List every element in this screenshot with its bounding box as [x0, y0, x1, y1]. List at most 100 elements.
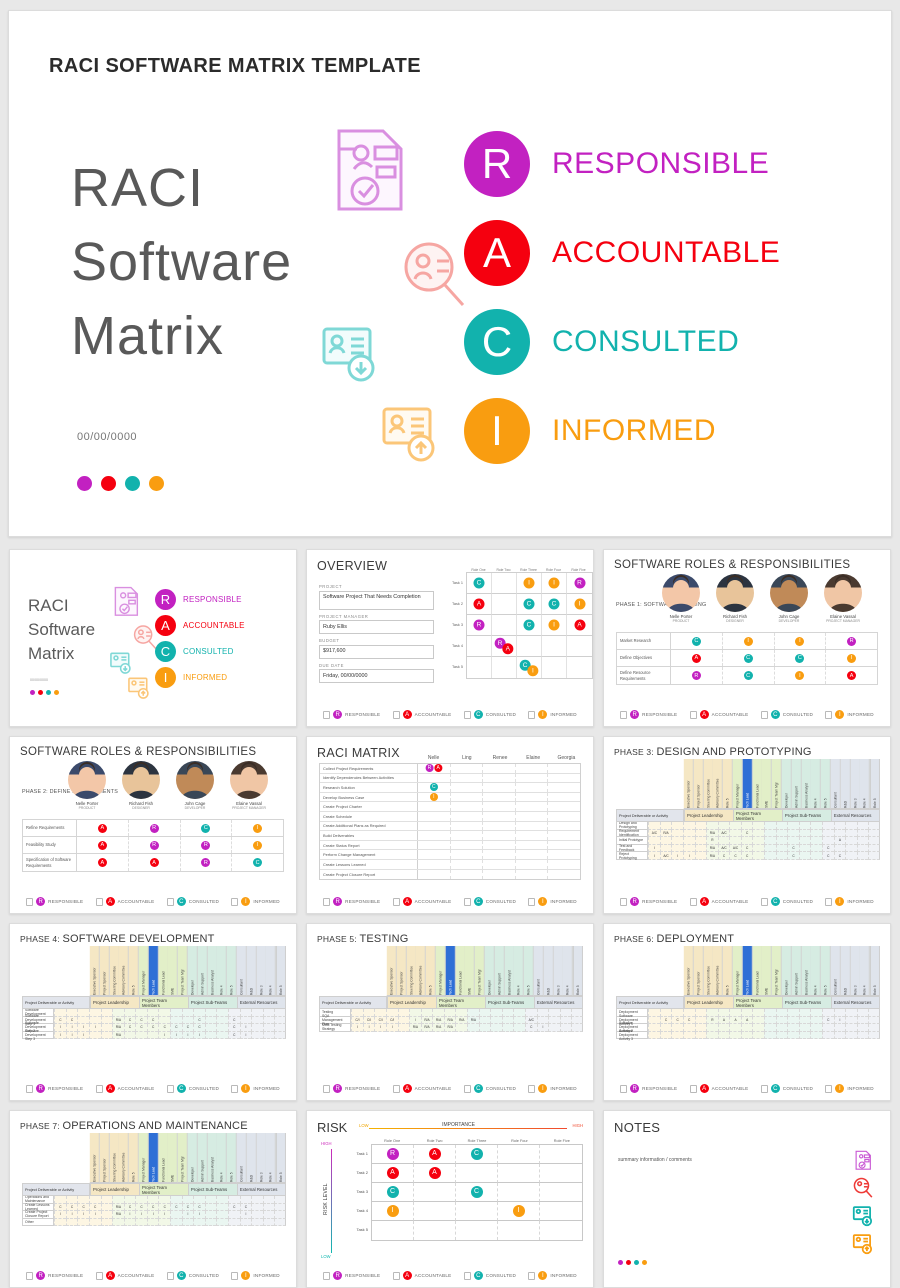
- table-cell[interactable]: A: [129, 854, 181, 871]
- table-cell[interactable]: R: [181, 837, 233, 853]
- table-cell[interactable]: C: [740, 829, 753, 838]
- table-cell[interactable]: [181, 1218, 194, 1227]
- table-cell[interactable]: R/A: [112, 1024, 124, 1032]
- table-cell[interactable]: [516, 802, 549, 811]
- table-cell[interactable]: [251, 1031, 263, 1040]
- matrix-cell[interactable]: [492, 657, 517, 679]
- table-cell[interactable]: C/I: [385, 1016, 398, 1025]
- table-cell[interactable]: [548, 870, 580, 880]
- table-cell[interactable]: [868, 1009, 880, 1017]
- table-cell[interactable]: [170, 1016, 182, 1025]
- matrix-cell[interactable]: [414, 1201, 456, 1221]
- table-cell[interactable]: R/A: [706, 852, 718, 860]
- table-cell[interactable]: C: [740, 852, 753, 860]
- table-cell[interactable]: [787, 1024, 799, 1032]
- table-cell[interactable]: [351, 1009, 363, 1017]
- table-cell[interactable]: [158, 1218, 171, 1227]
- table-cell[interactable]: [729, 1009, 741, 1017]
- table-cell[interactable]: R/A: [420, 1024, 433, 1032]
- table-cell[interactable]: [694, 844, 707, 853]
- table-cell[interactable]: I: [193, 1211, 205, 1219]
- matrix-cell[interactable]: [467, 636, 492, 658]
- table-cell[interactable]: I: [181, 1031, 194, 1040]
- slide-thumb-title[interactable]: RACI Software Matrix 00/00/0000 R RESPON…: [9, 549, 297, 727]
- phase-matrix[interactable]: Executive Sponsor Project Sponsor Steering…: [22, 1133, 287, 1227]
- slide-thumb-notes[interactable]: NOTES summary information / comments: [603, 1110, 891, 1288]
- table-cell[interactable]: [548, 1009, 560, 1017]
- table-cell[interactable]: [123, 1009, 136, 1017]
- table-cell[interactable]: I: [385, 1024, 398, 1032]
- table-cell[interactable]: C: [787, 852, 799, 860]
- table-cell[interactable]: [810, 1024, 823, 1032]
- table-cell[interactable]: [65, 1218, 78, 1227]
- table-cell[interactable]: [483, 831, 516, 840]
- table-cell[interactable]: [418, 859, 451, 869]
- table-cell[interactable]: [490, 1016, 502, 1025]
- raci-matrix-table[interactable]: Collect Project Requirements R A Identify D…: [319, 763, 581, 881]
- table-cell[interactable]: A/C: [648, 829, 660, 838]
- table-cell[interactable]: [170, 1211, 182, 1219]
- table-cell[interactable]: C: [525, 1024, 537, 1032]
- slide-thumb-phase5[interactable]: PHASE 5: TESTING Executive Sponsor Projec…: [306, 923, 594, 1101]
- table-cell[interactable]: [682, 829, 695, 838]
- table-cell[interactable]: R/A: [706, 844, 718, 853]
- table-cell[interactable]: [548, 793, 580, 802]
- table-cell[interactable]: [262, 1031, 275, 1040]
- table-cell[interactable]: [752, 1009, 765, 1017]
- table-cell[interactable]: [262, 1196, 275, 1204]
- roles-table[interactable]: Refine Requirements A R C I Feasibility Study…: [22, 819, 284, 872]
- field-value-budget[interactable]: $917,600: [319, 644, 434, 659]
- table-cell[interactable]: [251, 1211, 263, 1219]
- table-cell[interactable]: [100, 1016, 113, 1025]
- table-cell[interactable]: [262, 1016, 275, 1025]
- table-cell[interactable]: C: [146, 1016, 159, 1025]
- slide-thumb-roles-phase2[interactable]: SOFTWARE ROLES & RESPONSIBILITIES PHASE …: [9, 736, 297, 914]
- table-cell[interactable]: C: [170, 1024, 182, 1032]
- table-cell[interactable]: [798, 822, 811, 830]
- table-cell[interactable]: [135, 1031, 147, 1040]
- phase-matrix[interactable]: Executive Sponsor Project Sponsor Steering…: [319, 946, 584, 1032]
- table-cell[interactable]: [467, 1024, 479, 1032]
- table-cell[interactable]: [374, 1009, 386, 1017]
- table-cell[interactable]: C: [723, 650, 775, 666]
- table-cell[interactable]: C: [193, 1203, 205, 1212]
- table-cell[interactable]: R: [671, 667, 723, 684]
- table-cell[interactable]: R/A: [112, 1016, 124, 1025]
- table-cell[interactable]: [706, 1009, 718, 1017]
- matrix-cell[interactable]: [492, 573, 517, 595]
- table-cell[interactable]: A/C: [717, 829, 730, 838]
- matrix-cell[interactable]: I: [542, 615, 567, 637]
- table-cell[interactable]: [251, 1009, 263, 1017]
- table-cell[interactable]: [845, 1024, 857, 1032]
- table-cell[interactable]: R: [129, 820, 181, 836]
- table-cell[interactable]: [648, 1009, 660, 1017]
- table-cell[interactable]: [451, 831, 484, 840]
- table-cell[interactable]: [362, 1009, 375, 1017]
- roles-table[interactable]: Market Research C I I R Define Objectives A C C I…: [616, 632, 878, 685]
- table-cell[interactable]: [204, 1211, 217, 1219]
- table-cell[interactable]: [451, 802, 484, 811]
- table-cell[interactable]: [764, 1016, 776, 1025]
- table-cell[interactable]: R: [181, 854, 233, 871]
- table-cell[interactable]: I: [351, 1024, 363, 1032]
- table-cell[interactable]: [170, 1009, 182, 1017]
- table-cell[interactable]: [483, 811, 516, 821]
- table-cell[interactable]: [856, 1031, 869, 1040]
- table-cell[interactable]: [418, 850, 451, 859]
- table-cell[interactable]: [100, 1203, 113, 1212]
- table-cell[interactable]: [483, 792, 516, 802]
- table-cell[interactable]: [536, 1016, 549, 1025]
- matrix-cell[interactable]: R: [467, 615, 492, 637]
- matrix-cell[interactable]: [567, 636, 592, 658]
- table-cell[interactable]: [717, 1009, 730, 1017]
- table-cell[interactable]: [856, 829, 869, 838]
- table-cell[interactable]: [181, 1196, 194, 1204]
- matrix-cell[interactable]: CI: [517, 657, 542, 679]
- table-cell[interactable]: [451, 821, 484, 831]
- matrix-cell[interactable]: I: [498, 1201, 540, 1221]
- table-cell[interactable]: [146, 1009, 159, 1017]
- matrix-cell[interactable]: [456, 1201, 498, 1221]
- table-cell[interactable]: I: [193, 1031, 205, 1040]
- table-cell[interactable]: C: [135, 1203, 147, 1212]
- matrix-cell[interactable]: I: [567, 594, 592, 616]
